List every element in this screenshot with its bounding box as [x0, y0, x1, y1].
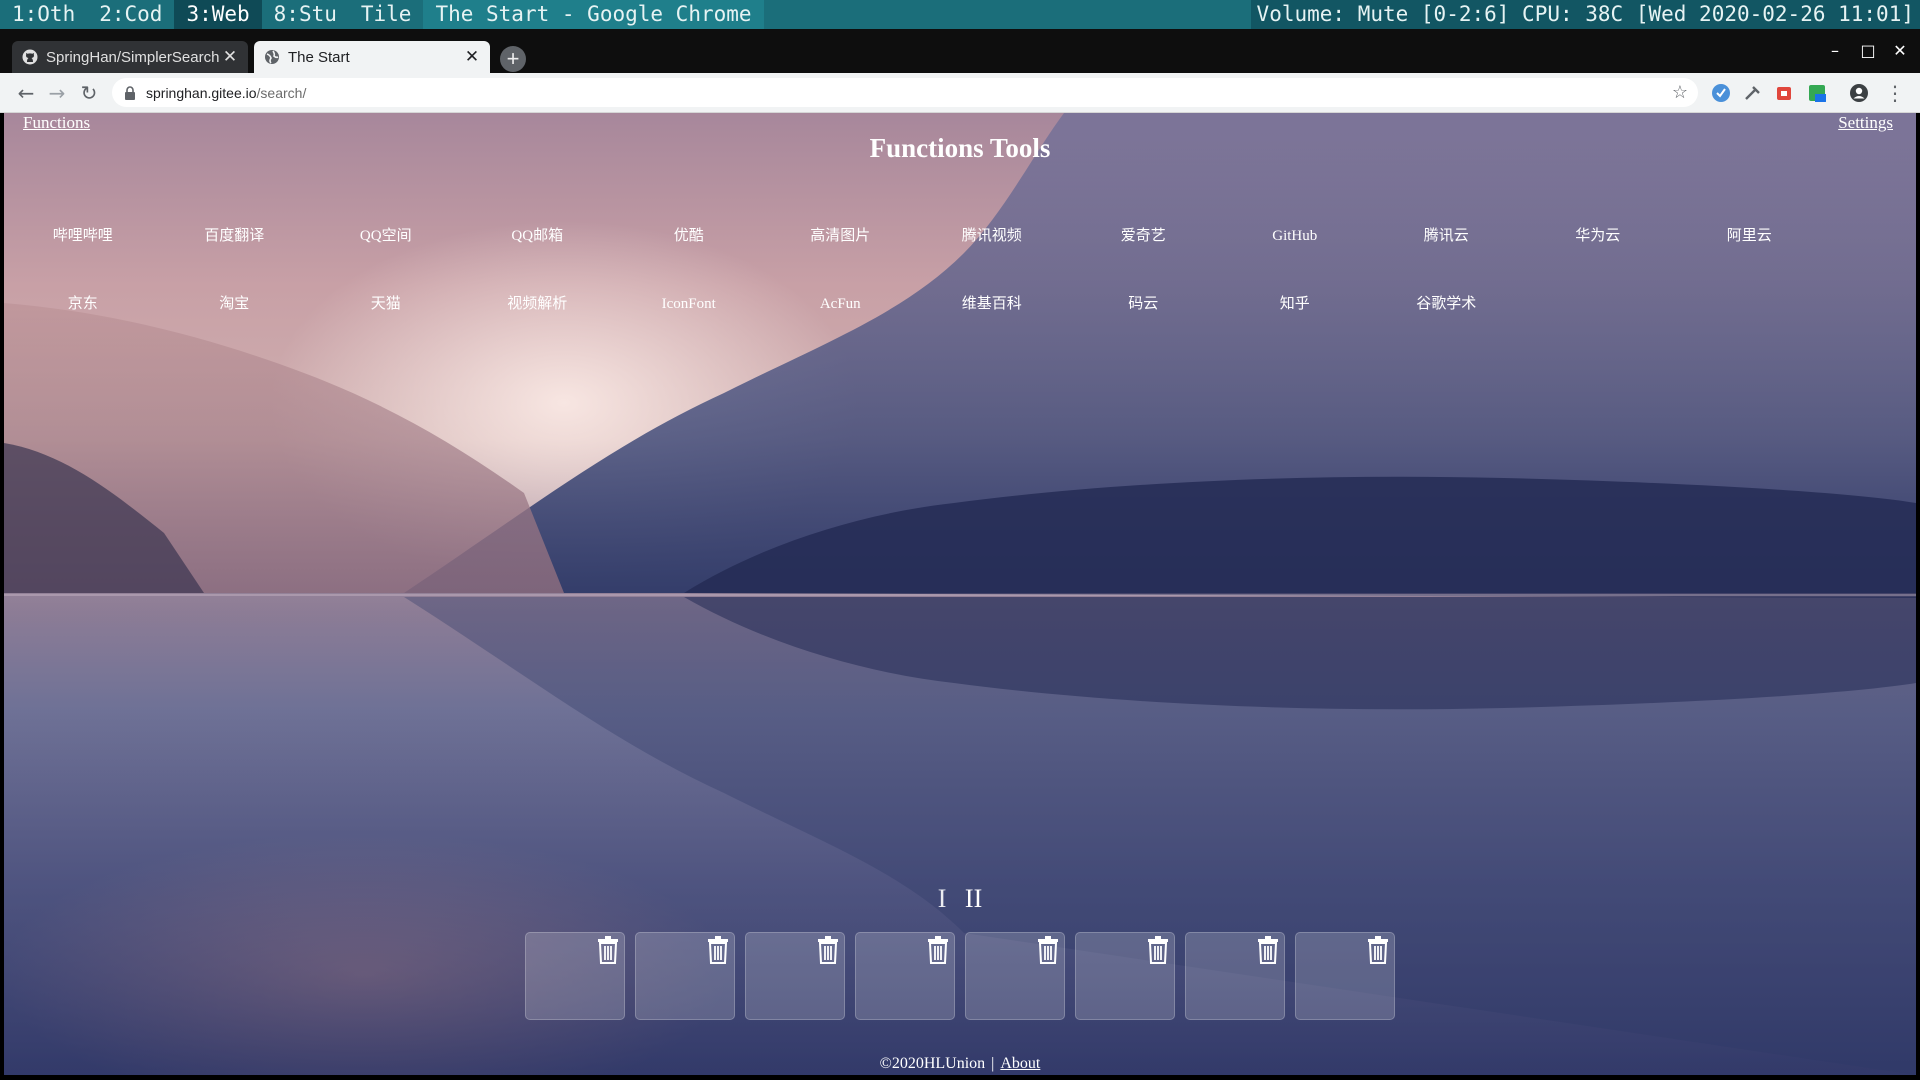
url-path: /search/	[256, 84, 307, 101]
shortcut-slot[interactable]	[965, 932, 1065, 1020]
function-link-jd[interactable]: 京东	[7, 294, 159, 362]
workspace-2[interactable]: 2:Cod	[87, 0, 174, 29]
workspace-8[interactable]: 8:Stu	[262, 0, 349, 29]
functions-link[interactable]: Functions	[23, 113, 90, 133]
function-link-gitee[interactable]: 码云	[1068, 294, 1220, 362]
status-line: Volume: Mute [0-2:6] CPU: 38C [Wed 2020-…	[1250, 0, 1920, 29]
shortcut-slot[interactable]	[1295, 932, 1395, 1020]
tab-label: SpringHan/SimplerSearch	[46, 48, 220, 66]
page-footer: ©2020HLUnion | About	[4, 1055, 1916, 1073]
tab-simplersearch[interactable]: SpringHan/SimplerSearch ✕	[12, 41, 248, 73]
extension-red-icon[interactable]	[1774, 83, 1794, 103]
trash-icon[interactable]	[1035, 933, 1061, 965]
function-link-tmall[interactable]: 天猫	[310, 294, 462, 362]
trash-icon[interactable]	[1365, 933, 1391, 965]
layout-mode[interactable]: Tile	[349, 0, 424, 29]
browser-toolbar: ← → ↻ springhan.gitee.io/search/ ☆ ⋮	[0, 73, 1920, 113]
function-link-google-scholar[interactable]: 谷歌学术	[1371, 294, 1523, 362]
footer-separator: |	[991, 1055, 995, 1072]
reload-icon[interactable]: ↻	[77, 81, 101, 105]
url-host: springhan.gitee.io	[146, 84, 257, 101]
globe-icon	[265, 50, 279, 64]
trash-icon[interactable]	[815, 933, 841, 965]
close-icon[interactable]: ✕	[222, 47, 238, 67]
trash-icon[interactable]	[595, 933, 621, 965]
profile-avatar-icon[interactable]	[1849, 83, 1869, 103]
function-link-youku[interactable]: 优酷	[613, 226, 765, 294]
about-link[interactable]: About	[1000, 1055, 1040, 1072]
function-link-bilibili[interactable]: 哔哩哔哩	[7, 226, 159, 294]
function-link-iconfont[interactable]: IconFont	[613, 294, 765, 362]
page-title: Functions Tools	[869, 133, 1051, 163]
extension-check-icon[interactable]	[1711, 83, 1731, 103]
trash-icon[interactable]	[1145, 933, 1171, 965]
shortcut-slot[interactable]	[635, 932, 735, 1020]
extension-tools-icon[interactable]	[1743, 83, 1763, 103]
trash-icon[interactable]	[705, 933, 731, 965]
chrome-menu-icon[interactable]: ⋮	[1883, 81, 1907, 105]
lock-icon	[125, 85, 135, 100]
page-viewport: Functions Settings Functions Tools 哔哩哔哩 …	[4, 113, 1916, 1075]
function-link-huawei-cloud[interactable]: 华为云	[1522, 226, 1674, 294]
tab-the-start[interactable]: The Start ✕	[254, 41, 490, 73]
shortcut-slots	[525, 932, 1405, 1022]
back-arrow-icon[interactable]: ←	[14, 81, 38, 105]
shortcut-slot[interactable]	[1185, 932, 1285, 1020]
function-link-wikipedia[interactable]: 维基百科	[916, 294, 1068, 362]
function-link-baidu-translate[interactable]: 百度翻译	[159, 226, 311, 294]
workspace-3-active[interactable]: 3:Web	[174, 0, 262, 29]
new-tab-button[interactable]: +	[500, 46, 526, 72]
function-link-tencent-cloud[interactable]: 腾讯云	[1371, 226, 1523, 294]
window-title: The Start - Google Chrome	[423, 0, 764, 29]
function-link-hd-images[interactable]: 高清图片	[765, 226, 917, 294]
window-manager-bar: 1:Oth 2:Cod 3:Web 8:Stu Tile The Start -…	[0, 0, 1920, 29]
shortcut-slot[interactable]	[745, 932, 845, 1020]
page-switcher: I II	[4, 884, 1916, 914]
copyright-text: ©2020HLUnion	[879, 1055, 986, 1072]
tab-strip: SpringHan/SimplerSearch ✕ The Start ✕ + …	[0, 29, 1920, 73]
settings-link[interactable]: Settings	[1838, 113, 1893, 133]
close-window-icon[interactable]: ✕	[1888, 41, 1912, 61]
shortcut-slot[interactable]	[525, 932, 625, 1020]
function-link-iqiyi[interactable]: 爱奇艺	[1068, 226, 1220, 294]
function-link-github[interactable]: GitHub	[1219, 226, 1371, 294]
function-link-video-parse[interactable]: 视频解析	[462, 294, 614, 362]
function-link-zhihu[interactable]: 知乎	[1219, 294, 1371, 362]
minimize-icon[interactable]: –	[1823, 41, 1847, 61]
function-link-qq-mail[interactable]: QQ邮箱	[462, 226, 614, 294]
shortcut-slot[interactable]	[855, 932, 955, 1020]
workspace-1[interactable]: 1:Oth	[0, 0, 87, 29]
page-tab-2[interactable]: II	[965, 884, 982, 913]
trash-icon[interactable]	[1255, 933, 1281, 965]
close-icon[interactable]: ✕	[464, 47, 480, 67]
bookmark-star-icon[interactable]: ☆	[1672, 82, 1688, 103]
trash-icon[interactable]	[925, 933, 951, 965]
forward-arrow-icon[interactable]: →	[45, 81, 69, 105]
extension-on-icon[interactable]	[1807, 83, 1827, 103]
function-link-acfun[interactable]: AcFun	[765, 294, 917, 362]
tab-label: The Start	[288, 48, 350, 66]
function-link-tencent-video[interactable]: 腾讯视频	[916, 226, 1068, 294]
github-icon	[22, 49, 38, 65]
maximize-icon[interactable]: □	[1856, 41, 1880, 61]
function-link-qzone[interactable]: QQ空间	[310, 226, 462, 294]
shortcut-slot[interactable]	[1075, 932, 1175, 1020]
function-link-taobao[interactable]: 淘宝	[159, 294, 311, 362]
function-link-aliyun[interactable]: 阿里云	[1674, 226, 1826, 294]
page-tab-1[interactable]: I	[938, 884, 947, 913]
function-links-grid: 哔哩哔哩 百度翻译 QQ空间 QQ邮箱 优酷 高清图片 腾讯视频 爱奇艺 Git…	[7, 226, 1827, 362]
address-bar[interactable]: springhan.gitee.io/search/ ☆	[112, 78, 1698, 107]
